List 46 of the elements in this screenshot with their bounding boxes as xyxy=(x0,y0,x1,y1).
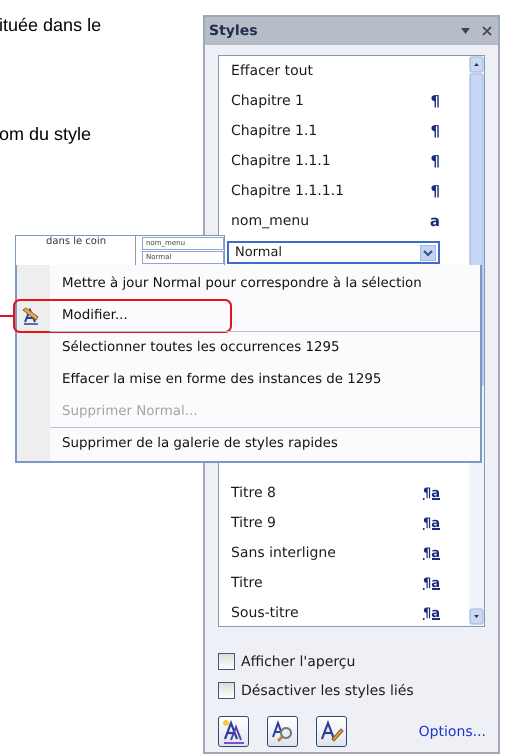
new-style-button[interactable] xyxy=(218,716,249,747)
chevron-down-icon[interactable] xyxy=(420,244,436,260)
character-style-mark: a xyxy=(430,212,440,230)
document-text: ituée dans le xyxy=(0,15,102,36)
style-item[interactable]: Effacer tout xyxy=(219,56,469,86)
style-item[interactable]: Sous-titre ¶a xyxy=(219,598,469,628)
style-item[interactable]: Titre 8 ¶a xyxy=(219,478,469,508)
style-item[interactable]: Sans interligne ¶a xyxy=(219,538,469,568)
new-style-icon xyxy=(222,719,246,744)
linked-style-mark: ¶a xyxy=(422,576,440,590)
linked-style-mark: ¶a xyxy=(422,606,440,620)
style-item[interactable]: Chapitre 1.1 ¶ xyxy=(219,116,469,146)
checkbox[interactable] xyxy=(218,682,235,699)
linked-style-mark: ¶a xyxy=(422,516,440,530)
style-inspector-button[interactable] xyxy=(267,716,298,747)
linked-style-mark: ¶a xyxy=(422,486,440,500)
manage-styles-button[interactable] xyxy=(316,716,347,747)
style-item[interactable]: nom_menu a xyxy=(219,206,469,236)
style-item[interactable]: Titre 9 ¶a xyxy=(219,508,469,538)
leader-line xyxy=(0,315,13,317)
checkbox-label: Désactiver les styles liés xyxy=(241,682,414,698)
style-dropdown[interactable]: Normal xyxy=(227,241,440,264)
manage-styles-icon xyxy=(320,719,344,744)
paragraph-style-mark: ¶ xyxy=(430,122,440,140)
style-item[interactable]: Chapitre 1 ¶ xyxy=(219,86,469,116)
style-item[interactable]: Titre ¶a xyxy=(219,568,469,598)
style-inspector-icon xyxy=(270,719,294,744)
linked-style-mark: ¶a xyxy=(422,546,440,560)
paragraph-style-mark: ¶ xyxy=(430,92,440,110)
dropdown-icon[interactable] xyxy=(461,28,470,34)
checkbox[interactable] xyxy=(218,653,235,670)
menu-item[interactable]: Modifier... xyxy=(17,299,480,331)
menu-item[interactable]: Effacer la mise en forme des instances de 1295 xyxy=(17,363,480,395)
style-item[interactable]: Chapitre 1.1.1 ¶ xyxy=(219,146,469,176)
style-item[interactable]: Chapitre 1.1.1.1 ¶ xyxy=(219,176,469,206)
document-text: om du style xyxy=(0,124,92,145)
options-link[interactable]: Options... xyxy=(418,724,486,740)
menu-item[interactable]: Sélectionner toutes les occurrences 1295 xyxy=(50,331,480,363)
menu-item[interactable]: Supprimer de la galerie de styles rapides xyxy=(50,427,480,459)
pane-title: Styles xyxy=(209,23,258,39)
menu-item[interactable]: Mettre à jour Normal pour correspondre à la sélection xyxy=(17,267,480,299)
close-icon[interactable] xyxy=(482,26,492,36)
paragraph-style-mark: ¶ xyxy=(430,182,440,200)
document-text: dans le coin xyxy=(46,236,108,249)
paragraph-style-mark: ¶ xyxy=(430,152,440,170)
checkbox-label: Afficher l'aperçu xyxy=(241,654,356,670)
